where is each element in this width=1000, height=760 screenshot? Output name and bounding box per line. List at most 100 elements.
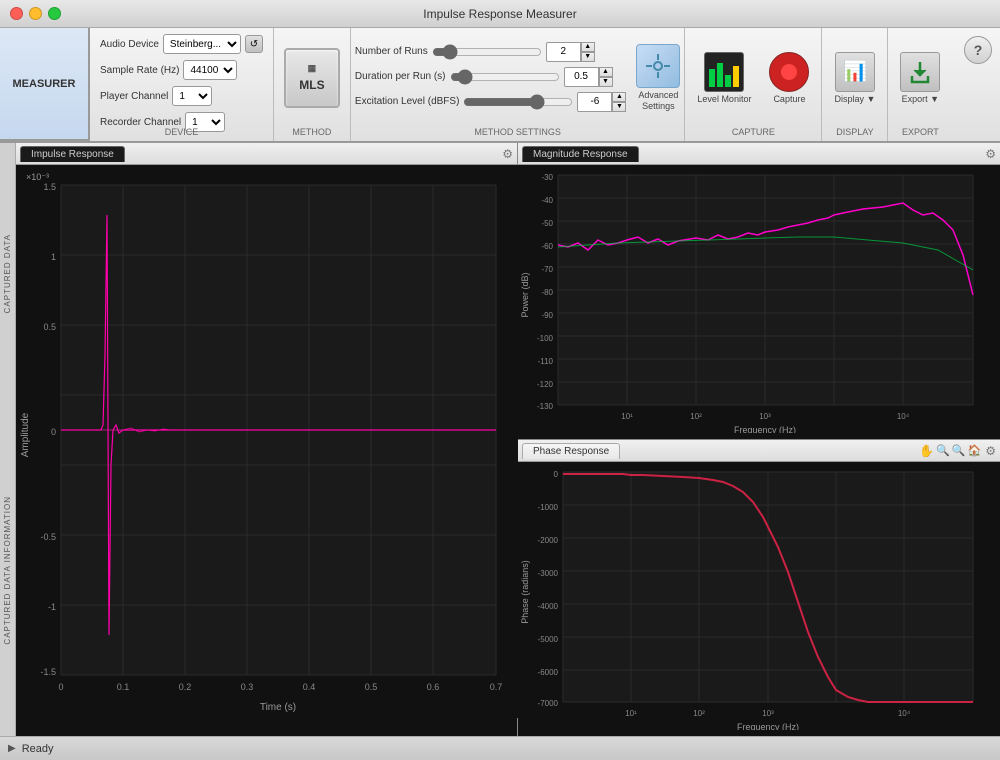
- level-monitor-icon: [704, 52, 744, 92]
- duration-up[interactable]: ▲: [599, 67, 613, 77]
- svg-text:0.5: 0.5: [43, 322, 56, 332]
- export-button[interactable]: Export ▼: [892, 48, 948, 108]
- display-section: 📊 Display ▼ DISPLAY: [822, 28, 888, 141]
- audio-device-select[interactable]: Steinberg...: [163, 34, 241, 54]
- svg-text:-6000: -6000: [538, 668, 559, 677]
- excitation-up[interactable]: ▲: [612, 92, 626, 102]
- right-panels: Magnitude Response ⚙: [518, 143, 1000, 736]
- display-button[interactable]: 📊 Display ▼: [826, 48, 883, 108]
- magnitude-panel-gear[interactable]: ⚙: [985, 147, 996, 161]
- duration-label: Duration per Run (s): [355, 71, 446, 82]
- maximize-button[interactable]: [48, 7, 61, 20]
- export-icon: [900, 52, 940, 92]
- level-monitor-label: Level Monitor: [697, 94, 751, 104]
- audio-device-label: Audio Device: [100, 39, 159, 50]
- svg-text:Frequency (Hz): Frequency (Hz): [734, 425, 796, 433]
- svg-text:0: 0: [51, 427, 56, 437]
- sample-rate-select[interactable]: 44100: [183, 60, 237, 80]
- svg-text:10¹: 10¹: [625, 709, 637, 718]
- excitation-slider[interactable]: [463, 95, 573, 109]
- pan-tool[interactable]: ✋: [919, 444, 934, 458]
- level-monitor-button[interactable]: Level Monitor: [689, 48, 759, 108]
- duration-spinner: ▲ ▼: [564, 67, 613, 87]
- duration-slider[interactable]: [450, 70, 560, 84]
- magnitude-response-tab[interactable]: Magnitude Response: [522, 146, 639, 162]
- excitation-input[interactable]: [577, 92, 612, 112]
- mls-button[interactable]: ▦ MLS: [284, 48, 340, 108]
- phase-chart-container: 0 -1000 -2000 -3000 -4000 -5000 -6000 -7…: [518, 462, 1000, 736]
- svg-text:0.5: 0.5: [365, 682, 378, 692]
- svg-text:-4000: -4000: [538, 602, 559, 611]
- svg-text:0: 0: [554, 470, 559, 479]
- sample-rate-row: Sample Rate (Hz) 44100: [100, 60, 263, 80]
- player-channel-row: Player Channel 1: [100, 86, 263, 106]
- phase-response-tab[interactable]: Phase Response: [522, 443, 620, 459]
- num-runs-input[interactable]: [546, 42, 581, 62]
- svg-text:10⁴: 10⁴: [897, 412, 910, 421]
- num-runs-spinner: ▲ ▼: [546, 42, 595, 62]
- magnitude-svg: -30 -40 -50 -60 -70 -80 -90 -100 -110 -1…: [518, 165, 983, 433]
- num-runs-slider[interactable]: [432, 45, 542, 59]
- impulse-response-panel: Impulse Response ⚙: [16, 143, 518, 736]
- phase-response-panel: Phase Response ✋ 🔍 🔍 🏠 ⚙: [518, 440, 1000, 736]
- home-tool[interactable]: 🏠: [968, 444, 982, 457]
- phase-svg: 0 -1000 -2000 -3000 -4000 -5000 -6000 -7…: [518, 462, 983, 730]
- impulse-panel-gear[interactable]: ⚙: [502, 147, 513, 161]
- svg-text:10³: 10³: [762, 709, 774, 718]
- mls-label: MLS: [299, 78, 324, 92]
- svg-text:-90: -90: [541, 311, 553, 320]
- magnitude-response-header: Magnitude Response ⚙: [518, 143, 1000, 165]
- measurer-tab[interactable]: MEASURER: [0, 28, 90, 141]
- status-text: Ready: [22, 743, 54, 755]
- svg-text:10³: 10³: [759, 412, 771, 421]
- method-section: ▦ MLS METHOD: [274, 28, 351, 141]
- excitation-label: Excitation Level (dBFS): [355, 96, 460, 107]
- duration-down[interactable]: ▼: [599, 77, 613, 87]
- method-section-label: METHOD: [274, 127, 350, 137]
- toolbar: MEASURER Audio Device Steinberg... ↺ Sam…: [0, 28, 1000, 143]
- svg-text:-60: -60: [541, 242, 553, 251]
- capture-button[interactable]: Capture: [761, 48, 817, 108]
- player-channel-select[interactable]: 1: [172, 86, 212, 106]
- close-button[interactable]: [10, 7, 23, 20]
- device-section: Audio Device Steinberg... ↺ Sample Rate …: [90, 28, 274, 141]
- duration-input[interactable]: [564, 67, 599, 87]
- mls-icon: ▦ MLS: [284, 48, 340, 108]
- duration-row: Duration per Run (s) ▲ ▼: [355, 67, 627, 87]
- svg-text:1: 1: [51, 252, 56, 262]
- num-runs-row: Number of Runs ▲ ▼: [355, 42, 627, 62]
- capture-label: Capture: [773, 94, 805, 104]
- excitation-row: Excitation Level (dBFS) ▲ ▼: [355, 92, 627, 112]
- player-channel-label: Player Channel: [100, 91, 168, 102]
- svg-text:Amplitude: Amplitude: [20, 412, 31, 457]
- svg-text:10²: 10²: [690, 412, 702, 421]
- num-runs-down[interactable]: ▼: [581, 52, 595, 62]
- svg-text:-80: -80: [541, 288, 553, 297]
- method-settings-section-label: METHOD SETTINGS: [351, 127, 685, 137]
- zoom-in-tool[interactable]: 🔍: [936, 444, 950, 457]
- title-bar: Impulse Response Measurer: [0, 0, 1000, 28]
- captured-data-label: CAPTURED DATA: [3, 234, 12, 313]
- svg-text:-130: -130: [537, 402, 554, 411]
- refresh-button[interactable]: ↺: [245, 35, 263, 53]
- num-runs-up[interactable]: ▲: [581, 42, 595, 52]
- phase-panel-gear[interactable]: ⚙: [985, 444, 996, 458]
- status-arrow: ▶: [8, 743, 16, 754]
- svg-text:10²: 10²: [693, 709, 705, 718]
- phase-response-header: Phase Response ✋ 🔍 🔍 🏠 ⚙: [518, 440, 1000, 462]
- svg-text:0: 0: [58, 682, 63, 692]
- svg-text:-40: -40: [541, 196, 553, 205]
- svg-text:-110: -110: [538, 357, 554, 366]
- minimize-button[interactable]: [29, 7, 42, 20]
- svg-text:-50: -50: [541, 219, 553, 228]
- impulse-response-tab[interactable]: Impulse Response: [20, 146, 125, 162]
- help-button[interactable]: ?: [964, 36, 992, 64]
- svg-text:-100: -100: [537, 334, 554, 343]
- phase-tools: ✋ 🔍 🔍 🏠: [919, 444, 981, 458]
- advanced-settings-button[interactable]: AdvancedSettings: [636, 44, 680, 112]
- zoom-out-tool[interactable]: 🔍: [952, 444, 966, 457]
- display-label: Display ▼: [834, 94, 875, 104]
- excitation-down[interactable]: ▼: [612, 102, 626, 112]
- svg-text:1.5: 1.5: [43, 182, 56, 192]
- measurer-tab-label: MEASURER: [13, 78, 76, 90]
